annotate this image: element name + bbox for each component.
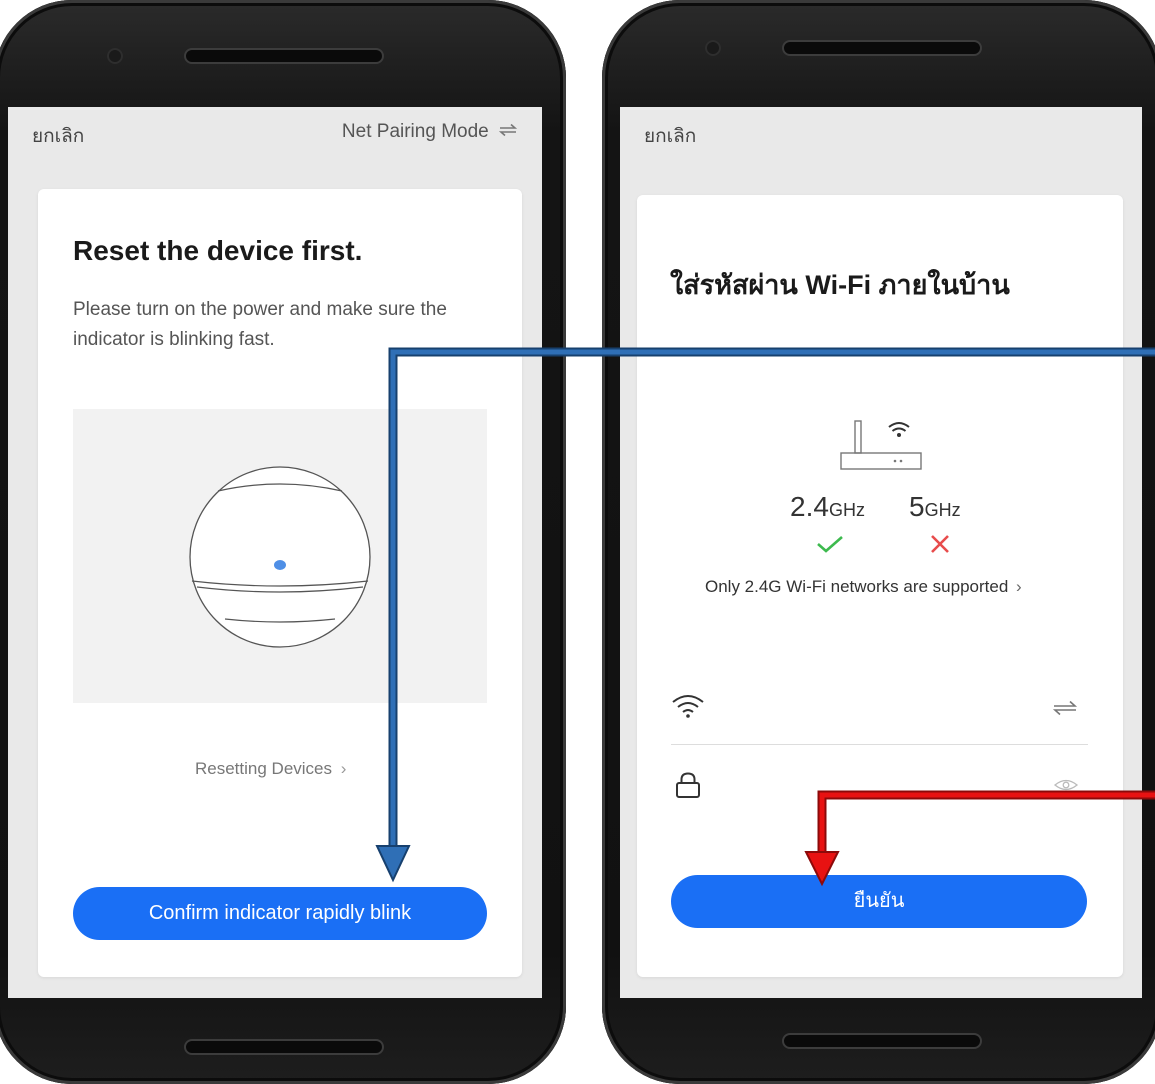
reset-description: Please turn on the power and make sure t… [73,299,447,350]
earpiece-speaker [184,48,384,64]
resetting-devices-link[interactable]: Resetting Devices › [195,759,346,779]
chevron-right-icon: › [340,759,347,778]
top-bar: ยกเลิก Net Pairing Mode [32,121,518,151]
resetting-devices-label: Resetting Devices [195,759,333,778]
reset-device-screen: ยกเลิก Net Pairing Mode Reset the device… [8,107,542,998]
reset-card: Reset the device first. Please turn on t… [38,189,522,977]
band-24-unit: GHz [828,500,865,520]
bottom-speaker [184,1039,384,1055]
band-5-unit: GHz [924,500,961,520]
device-illustration [73,409,487,703]
phone-frame-right: ยกเลิก ใส่รหัสผ่าน Wi-Fi ภายในบ้าน 2.4GH… [602,0,1155,1084]
wifi-password-input[interactable] [717,773,1037,803]
wifi-ssid-input[interactable] [717,693,1037,723]
page-title: Reset the device first. [73,235,363,266]
supported-networks-label: Only 2.4G Wi-Fi networks are supported [705,577,1009,596]
wifi-card: ใส่รหัสผ่าน Wi-Fi ภายในบ้าน 2.4GHz 5GHz [637,195,1123,977]
chevron-right-icon: › [1016,577,1022,596]
net-pairing-mode-button[interactable]: Net Pairing Mode [342,121,518,143]
confirm-button[interactable]: ยืนยัน [671,875,1087,928]
wifi-icon [672,695,704,718]
show-password-eye-icon[interactable] [1053,777,1079,793]
smart-ir-hub-icon [189,466,371,648]
cross-icon [931,535,949,553]
band-5-value: 5 [909,491,925,522]
band-24-value: 2.4 [790,491,829,522]
supported-networks-link[interactable]: Only 2.4G Wi-Fi networks are supported › [705,577,1022,597]
check-icon [817,536,843,553]
swap-icon [498,123,518,137]
page-title: ใส่รหัสผ่าน Wi-Fi ภายในบ้าน [670,270,1010,300]
switch-network-icon[interactable] [1052,699,1078,717]
field-divider [671,744,1088,745]
confirm-blink-button[interactable]: Confirm indicator rapidly blink [73,887,487,940]
earpiece-speaker [782,40,982,56]
top-bar: ยกเลิก [644,121,1118,151]
front-camera [107,48,123,64]
bottom-speaker [782,1033,982,1049]
wifi-password-screen: ยกเลิก ใส่รหัสผ่าน Wi-Fi ภายในบ้าน 2.4GH… [620,107,1142,998]
net-pairing-mode-label: Net Pairing Mode [341,121,489,142]
front-camera [705,40,721,56]
cancel-button[interactable]: ยกเลิก [644,121,696,151]
router-icon [840,420,922,470]
lock-icon [676,772,700,798]
band-5ghz-label: 5GHz [909,491,961,523]
band-24ghz-label: 2.4GHz [790,491,865,523]
cancel-button[interactable]: ยกเลิก [32,121,84,151]
phone-frame-left: ยกเลิก Net Pairing Mode Reset the device… [0,0,566,1084]
